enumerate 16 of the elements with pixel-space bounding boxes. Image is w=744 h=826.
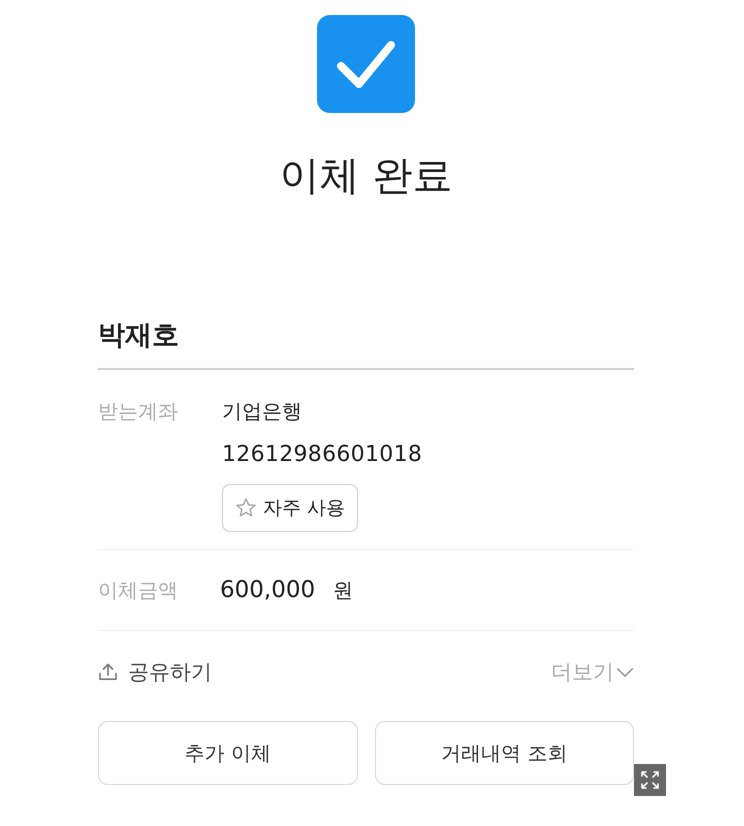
share-link[interactable]: 공유하기 bbox=[98, 657, 212, 687]
history-button[interactable]: 거래내역 조회 bbox=[374, 721, 634, 785]
page-title: 이체 완료 bbox=[280, 152, 452, 201]
expand-icon[interactable] bbox=[634, 764, 666, 796]
currency-unit: 원 bbox=[333, 577, 354, 604]
account-number: 12612986601018 bbox=[222, 441, 422, 469]
recipient-name: 박재호 bbox=[98, 319, 179, 353]
bank-name: 기업은행 bbox=[222, 398, 302, 425]
field-label: 이체금액 bbox=[98, 577, 179, 604]
favorite-button[interactable]: 자주 사용 bbox=[222, 484, 358, 532]
upload-icon bbox=[98, 662, 118, 682]
additional-transfer-button[interactable]: 추가 이체 bbox=[98, 721, 358, 785]
chevron-down-icon bbox=[616, 666, 634, 678]
amount-value: 600,000 bbox=[220, 576, 316, 605]
checkmark-icon bbox=[317, 15, 415, 113]
field-label: 받는계좌 bbox=[98, 398, 179, 425]
